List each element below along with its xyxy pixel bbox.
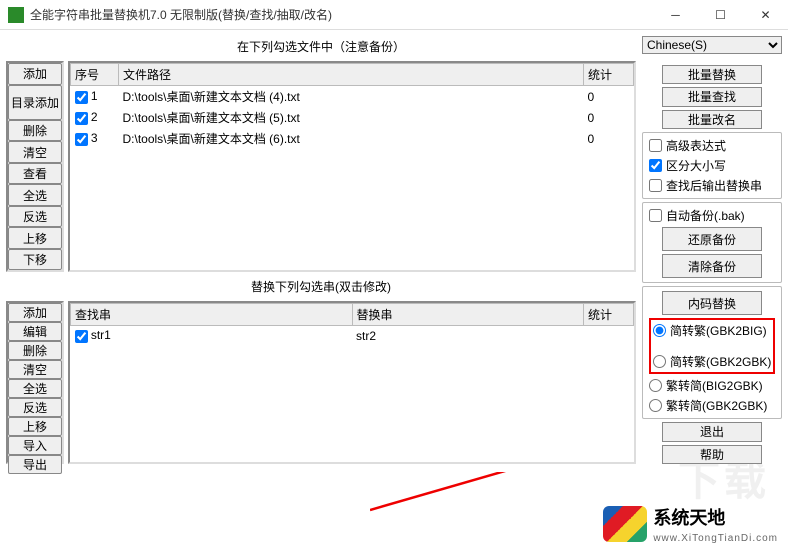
- table-row[interactable]: 3D:\tools\桌面\新建文本文档 (6).txt0: [71, 128, 634, 149]
- t2s-gbk2gbk-radio[interactable]: 繁转简(GBK2GBK): [649, 397, 775, 414]
- watermark: 系统天地 www.XiTongTianDi.com: [603, 504, 778, 544]
- col-seq[interactable]: 序号: [71, 64, 119, 86]
- batch-rename-button[interactable]: 批量改名: [662, 110, 762, 129]
- row-checkbox[interactable]: [75, 112, 88, 125]
- bottom-section-label: 替换下列勾选串(双击修改): [6, 276, 636, 297]
- row-checkbox[interactable]: [75, 330, 88, 343]
- restore-backup-button[interactable]: 还原备份: [662, 227, 762, 251]
- batch-replace-button[interactable]: 批量替换: [662, 65, 762, 84]
- output-after-find-checkbox[interactable]: 查找后输出替换串: [649, 177, 775, 194]
- options-group: 高级表达式 区分大小写 查找后输出替换串: [642, 132, 782, 199]
- str-invert-button[interactable]: 反选: [8, 398, 62, 417]
- row-checkbox[interactable]: [75, 91, 88, 104]
- minimize-button[interactable]: ─: [653, 0, 698, 30]
- cell-path: D:\tools\桌面\新建文本文档 (4).txt: [119, 86, 584, 108]
- clear-backup-button[interactable]: 清除备份: [662, 254, 762, 278]
- table-row[interactable]: 1D:\tools\桌面\新建文本文档 (4).txt0: [71, 86, 634, 108]
- str-move-up-button[interactable]: 上移: [8, 417, 62, 436]
- s2t-gbk2big-radio[interactable]: 简转繁(GBK2BIG): [653, 322, 771, 339]
- cell-stat: 0: [584, 86, 634, 108]
- watermark-logo-icon: [603, 506, 647, 542]
- top-section-label: 在下列勾选文件中（注意备份）: [6, 36, 636, 57]
- string-button-column: 添加 编辑 删除 清空 全选 反选 上移 导入 导出: [6, 301, 64, 464]
- file-select-all-button[interactable]: 全选: [8, 184, 62, 206]
- cell-stat: [584, 326, 634, 345]
- str-import-button[interactable]: 导入: [8, 436, 62, 455]
- backup-group: 自动备份(.bak) 还原备份 清除备份: [642, 202, 782, 283]
- highlighted-options: 简转繁(GBK2BIG) 简转繁(GBK2GBK): [649, 318, 775, 374]
- window-title: 全能字符串批量替换机7.0 无限制版(替换/查找/抽取/改名): [30, 6, 653, 23]
- table-row[interactable]: str1str2: [71, 326, 634, 345]
- row-checkbox[interactable]: [75, 133, 88, 146]
- cell-stat: 0: [584, 128, 634, 149]
- code-replace-button[interactable]: 内码替换: [662, 291, 762, 315]
- file-view-button[interactable]: 查看: [8, 163, 62, 185]
- cell-replace: str2: [352, 326, 584, 345]
- str-add-button[interactable]: 添加: [8, 303, 62, 322]
- code-replace-group: 内码替换 简转繁(GBK2BIG) 简转繁(GBK2GBK) 繁转简(BIG2G…: [642, 286, 782, 419]
- encoding-select[interactable]: Chinese(S): [642, 36, 782, 54]
- col-find[interactable]: 查找串: [71, 304, 353, 326]
- str-export-button[interactable]: 导出: [8, 455, 62, 474]
- adv-expr-checkbox[interactable]: 高级表达式: [649, 137, 775, 154]
- cell-stat: 0: [584, 107, 634, 128]
- file-clear-button[interactable]: 清空: [8, 141, 62, 163]
- file-move-down-button[interactable]: 下移: [8, 249, 62, 271]
- col-stat[interactable]: 统计: [584, 64, 634, 86]
- watermark-url: www.XiTongTianDi.com: [653, 533, 778, 544]
- string-table[interactable]: 查找串 替换串 统计 str1str2: [68, 301, 636, 464]
- file-add-button[interactable]: 添加: [8, 63, 62, 85]
- str-edit-button[interactable]: 编辑: [8, 322, 62, 341]
- app-icon: [8, 7, 24, 23]
- col-replace[interactable]: 替换串: [352, 304, 584, 326]
- s2t-gbk2gbk-radio[interactable]: 简转繁(GBK2GBK): [653, 353, 771, 370]
- cell-path: D:\tools\桌面\新建文本文档 (5).txt: [119, 107, 584, 128]
- exit-button[interactable]: 退出: [662, 422, 762, 441]
- case-sensitive-checkbox[interactable]: 区分大小写: [649, 157, 775, 174]
- col-path[interactable]: 文件路径: [119, 64, 584, 86]
- close-button[interactable]: ✕: [743, 0, 788, 30]
- maximize-button[interactable]: ☐: [698, 0, 743, 30]
- str-select-all-button[interactable]: 全选: [8, 379, 62, 398]
- str-delete-button[interactable]: 删除: [8, 341, 62, 360]
- help-button[interactable]: 帮助: [662, 445, 762, 464]
- file-add-dir-button[interactable]: 目录添加: [8, 85, 62, 120]
- right-panel: Chinese(S) 批量替换 批量查找 批量改名 高级表达式 区分大小写 查找…: [642, 36, 782, 464]
- file-button-column: 添加 目录添加 删除 清空 查看 全选 反选 上移 下移: [6, 61, 64, 272]
- file-invert-button[interactable]: 反选: [8, 206, 62, 228]
- titlebar: 全能字符串批量替换机7.0 无限制版(替换/查找/抽取/改名) ─ ☐ ✕: [0, 0, 788, 30]
- file-table[interactable]: 序号 文件路径 统计 1D:\tools\桌面\新建文本文档 (4).txt0 …: [68, 61, 636, 272]
- table-row[interactable]: 2D:\tools\桌面\新建文本文档 (5).txt0: [71, 107, 634, 128]
- file-move-up-button[interactable]: 上移: [8, 227, 62, 249]
- cell-path: D:\tools\桌面\新建文本文档 (6).txt: [119, 128, 584, 149]
- file-delete-button[interactable]: 删除: [8, 120, 62, 142]
- t2s-big2gbk-radio[interactable]: 繁转简(BIG2GBK): [649, 377, 775, 394]
- batch-find-button[interactable]: 批量查找: [662, 87, 762, 106]
- str-clear-button[interactable]: 清空: [8, 360, 62, 379]
- auto-backup-checkbox[interactable]: 自动备份(.bak): [649, 207, 775, 224]
- watermark-name: 系统天地: [653, 508, 725, 528]
- col-stat2[interactable]: 统计: [584, 304, 634, 326]
